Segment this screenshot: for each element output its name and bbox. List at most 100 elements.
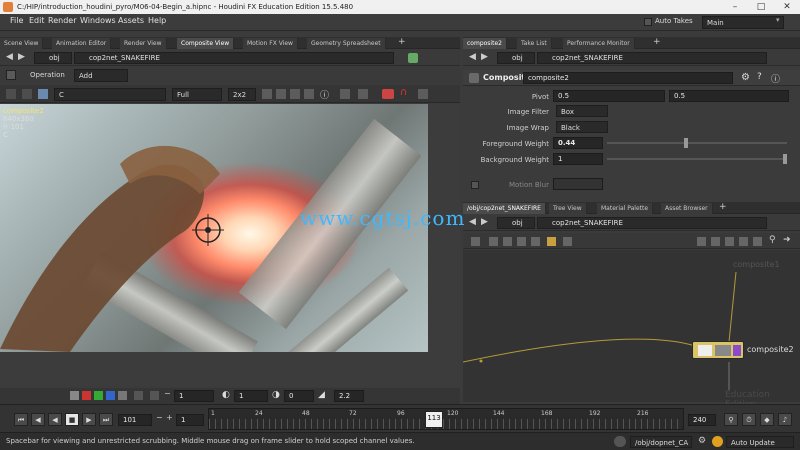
foreground-weight-slider[interactable] [607,138,787,148]
tab-asset-browser[interactable]: Asset Browser [661,203,713,214]
flag-icon[interactable] [725,237,734,246]
background-weight-field[interactable]: 1 [553,153,603,165]
tree-icon[interactable] [503,237,512,246]
start-frame-field[interactable]: 101 [118,414,152,426]
color-blue-swatch[interactable] [106,391,115,400]
contrast-icon[interactable]: ◐ [222,390,230,400]
key-icon[interactable]: ⚲ [724,413,738,426]
color-red-swatch[interactable] [82,391,91,400]
sticky-note-icon[interactable] [547,237,556,246]
dependency-icon[interactable] [697,237,706,246]
help-icon[interactable]: ? [757,72,762,82]
info-icon[interactable]: ⓘ [320,88,329,101]
frame-slider[interactable]: 1 24 48 72 96 120 144 168 192 216 113 [208,408,684,430]
lut-icon[interactable] [134,391,143,400]
composite2-node[interactable] [692,341,744,359]
image-filter-dropdown[interactable]: Box [556,105,608,117]
go-to-start-icon[interactable]: ⏮ [14,413,28,426]
add-tab-icon[interactable]: + [653,37,661,47]
keyframe-icon[interactable]: ◆ [760,413,774,426]
arrow-right-icon[interactable]: ➜ [783,235,791,245]
close-icon[interactable]: ✕ [774,0,800,14]
chat-icon[interactable] [614,436,626,447]
plus-icon[interactable]: + [166,413,173,422]
zoom-dropdown[interactable]: 2x2 [228,88,256,101]
step-back-icon[interactable]: ◀ [31,413,45,426]
stop-icon[interactable]: ■ [65,413,79,426]
tab-material-palette[interactable]: Material Palette [597,203,654,214]
menu-help[interactable]: Help [148,16,166,25]
grid-icon[interactable] [358,89,368,99]
end-frame-field[interactable]: 240 [688,414,716,426]
realtime-icon[interactable]: ⏱ [742,413,756,426]
color-green-swatch[interactable] [94,391,103,400]
menu-assets[interactable]: Assets [118,16,144,25]
forward-arrow-icon[interactable]: ▶ [481,217,488,227]
network-path-root[interactable]: obj [497,217,535,229]
network-editor[interactable]: composite1 composite2 Education Edition [463,250,800,410]
search-icon[interactable]: ⚲ [769,235,776,245]
resolution-dropdown[interactable]: Full [172,88,222,101]
list-icon[interactable] [489,237,498,246]
path-root[interactable]: obj [497,52,535,64]
magnet-icon[interactable]: ∩ [400,87,407,98]
transform-handle-icon[interactable] [190,212,226,248]
mask-icon[interactable] [382,89,394,99]
menu-render[interactable]: Render [48,16,76,25]
network-path-node[interactable]: cop2net_SNAKEFIRE [537,217,767,229]
minimize-icon[interactable]: – [722,0,748,14]
frame-icon[interactable] [276,89,286,99]
grid-icon[interactable] [517,237,526,246]
background-weight-slider[interactable] [607,154,787,164]
add-tab-icon[interactable]: + [398,37,406,47]
forward-arrow-icon[interactable]: ▶ [18,52,25,62]
tab-animation-editor[interactable]: Animation Editor [52,38,112,49]
maximize-icon[interactable]: □ [748,0,774,14]
minus-icon[interactable]: − [164,389,171,398]
tab-take-list[interactable]: Take List [517,38,552,49]
settings-icon[interactable] [418,89,428,99]
tab-tree-view[interactable]: Tree View [549,203,587,214]
auto-update-dropdown[interactable]: Auto Update [726,436,794,448]
display-flag-icon[interactable] [733,345,741,356]
tab-render-view[interactable]: Render View [120,38,167,49]
tab-composite-view[interactable]: Composite View [177,38,235,49]
tab-performance-monitor[interactable]: Performance Monitor [563,38,635,49]
branch-icon[interactable] [739,237,748,246]
path-root[interactable]: obj [34,52,72,64]
viewer-field-1[interactable]: 1 [174,390,214,402]
plane-dropdown[interactable]: C [54,88,166,101]
step-field[interactable]: 1 [176,414,204,426]
pivot-x-field[interactable]: 0.5 [553,90,665,102]
viewer-field-2[interactable]: 1 [234,390,268,402]
pin-icon[interactable] [408,53,418,63]
gear-icon[interactable]: ⚙ [741,72,750,83]
viewer-field-3[interactable]: 0 [284,390,314,402]
gear-icon[interactable]: ⚙ [698,436,706,446]
tab-composite2[interactable]: composite2 [463,38,507,49]
back-arrow-icon[interactable]: ◀ [469,52,476,62]
tab-geometry-spreadsheet[interactable]: Geometry Spreadsheet [307,38,386,49]
tile-icon[interactable] [531,237,540,246]
compare-icon[interactable] [340,89,350,99]
viewer-field-4[interactable]: 2.2 [334,390,364,402]
gamma-icon[interactable]: ◢ [318,390,325,400]
slider-handle[interactable] [783,154,787,164]
offset-icon[interactable]: ◑ [272,390,280,400]
channel-icon[interactable] [38,89,48,99]
path-node[interactable]: cop2net_SNAKEFIRE [537,52,767,64]
view-grid-icon[interactable] [753,237,762,246]
path-node[interactable]: cop2net_SNAKEFIRE [74,52,394,64]
color-white-swatch[interactable] [70,391,79,400]
menu-edit[interactable]: Edit [29,16,45,25]
menu-windows[interactable]: Windows [80,16,116,25]
foreground-weight-field[interactable]: 0.44 [553,137,603,149]
back-arrow-icon[interactable]: ◀ [469,217,476,227]
back-arrow-icon[interactable]: ◀ [6,52,13,62]
audio-icon[interactable]: ♪ [778,413,792,426]
pivot-y-field[interactable]: 0.5 [669,90,789,102]
snapshot-icon[interactable] [22,89,32,99]
minus-icon[interactable]: − [156,413,163,422]
motion-blur-field[interactable] [553,178,603,190]
add-tab-icon[interactable]: + [719,202,727,212]
